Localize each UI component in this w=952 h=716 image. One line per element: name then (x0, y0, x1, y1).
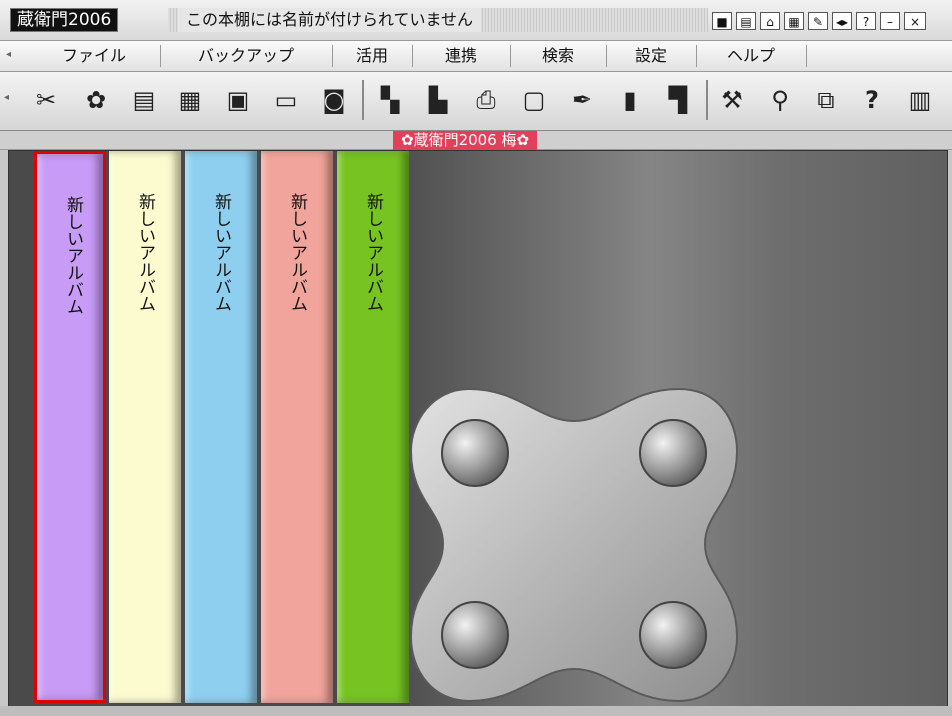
album-4[interactable]: 新しいアルバム (261, 151, 333, 703)
help-icon[interactable]: ? (854, 82, 890, 118)
album-1[interactable]: 新しいアルバム (34, 151, 106, 703)
save-icon[interactable]: ▦ (172, 82, 208, 118)
album-title: 新しいアルバム (135, 193, 155, 312)
scissors-icon[interactable]: ✂ (28, 82, 64, 118)
paint-icon[interactable]: ✿ (78, 82, 114, 118)
close-button[interactable]: × (904, 12, 926, 30)
album-3[interactable]: 新しいアルバム (185, 151, 257, 703)
menu-file[interactable]: ファイル (28, 45, 161, 67)
shelf-label[interactable]: ✿蔵衛門2006 梅✿ (393, 131, 538, 150)
floppy-icon[interactable]: ▜ (660, 82, 696, 118)
trash-icon[interactable]: ▥ (902, 82, 938, 118)
laptop-icon[interactable]: ▭ (268, 82, 304, 118)
menu-bar: ◂ ファイル バックアップ 活用 連携 検索 設定 ヘルプ (0, 41, 952, 72)
toolbar-divider (362, 80, 364, 120)
album-5[interactable]: 新しいアルバム (337, 151, 409, 703)
album-title: 新しいアルバム (211, 193, 231, 312)
help-button[interactable]: ? (856, 12, 876, 30)
toolbar: ◂ ✂ ✿ ▤ ▦ ▣ ▭ ◙ ▚ ▙ ⎙ ▢ ✒ ▮ ▜ ⚒ ⚲ ⧉ ? ▥ (0, 72, 952, 131)
minimize-button[interactable]: – (880, 12, 900, 30)
home-button[interactable]: ⌂ (760, 12, 780, 30)
network-icon[interactable]: ⧉ (808, 82, 844, 118)
metal-clip-decoration (409, 387, 739, 703)
toolbar-scroll-left-icon[interactable]: ◂ (4, 92, 9, 103)
album-title: 新しいアルバム (63, 196, 83, 315)
list-view-button[interactable]: ▤ (736, 12, 756, 30)
bookshelf: 新しいアルバム 新しいアルバム 新しいアルバム 新しいアルバム 新しいアルバム (8, 150, 948, 708)
pen-icon[interactable]: ✒ (564, 82, 600, 118)
minimize-to-tray-button[interactable]: ■ (712, 12, 732, 30)
album-title: 新しいアルバム (363, 193, 383, 312)
menu-scroll-left-icon[interactable]: ◂ (6, 49, 11, 60)
book-icon[interactable]: ▮ (612, 82, 648, 118)
monitor-icon[interactable]: ▢ (516, 82, 552, 118)
menu-settings[interactable]: 設定 (606, 45, 697, 67)
menu-link[interactable]: 連携 (412, 45, 511, 67)
window-title: この本棚には名前が付けられていません (178, 8, 482, 32)
search-icon[interactable]: ⚲ (762, 82, 798, 118)
status-strip (0, 706, 952, 716)
album-title: 新しいアルバム (287, 193, 307, 312)
arrows-button[interactable]: ◂▸ (832, 12, 852, 30)
menu-search[interactable]: 検索 (510, 45, 607, 67)
menu-backup[interactable]: バックアップ (160, 45, 333, 67)
bookshelf-button[interactable]: ▦ (784, 12, 804, 30)
title-bar[interactable]: 蔵衛門2006 この本棚には名前が付けられていません ■ ▤ ⌂ ▦ ✎ ◂▸ … (0, 0, 952, 41)
disk-icon[interactable]: ◙ (316, 82, 352, 118)
album-2[interactable]: 新しいアルバム (109, 151, 181, 703)
app-name: 蔵衛門2006 (10, 8, 119, 32)
menu-use[interactable]: 活用 (332, 45, 413, 67)
card-icon[interactable]: ▤ (126, 82, 162, 118)
print-icon[interactable]: ⎙ (468, 82, 504, 118)
toolbar-divider (706, 80, 708, 120)
tools-icon[interactable]: ⚒ (714, 82, 750, 118)
menu-help[interactable]: ヘルプ (696, 45, 807, 67)
settings-button[interactable]: ✎ (808, 12, 828, 30)
edit-icon[interactable]: ▣ (220, 82, 256, 118)
layout-icon[interactable]: ▙ (420, 82, 456, 118)
export-icon[interactable]: ▚ (372, 82, 408, 118)
